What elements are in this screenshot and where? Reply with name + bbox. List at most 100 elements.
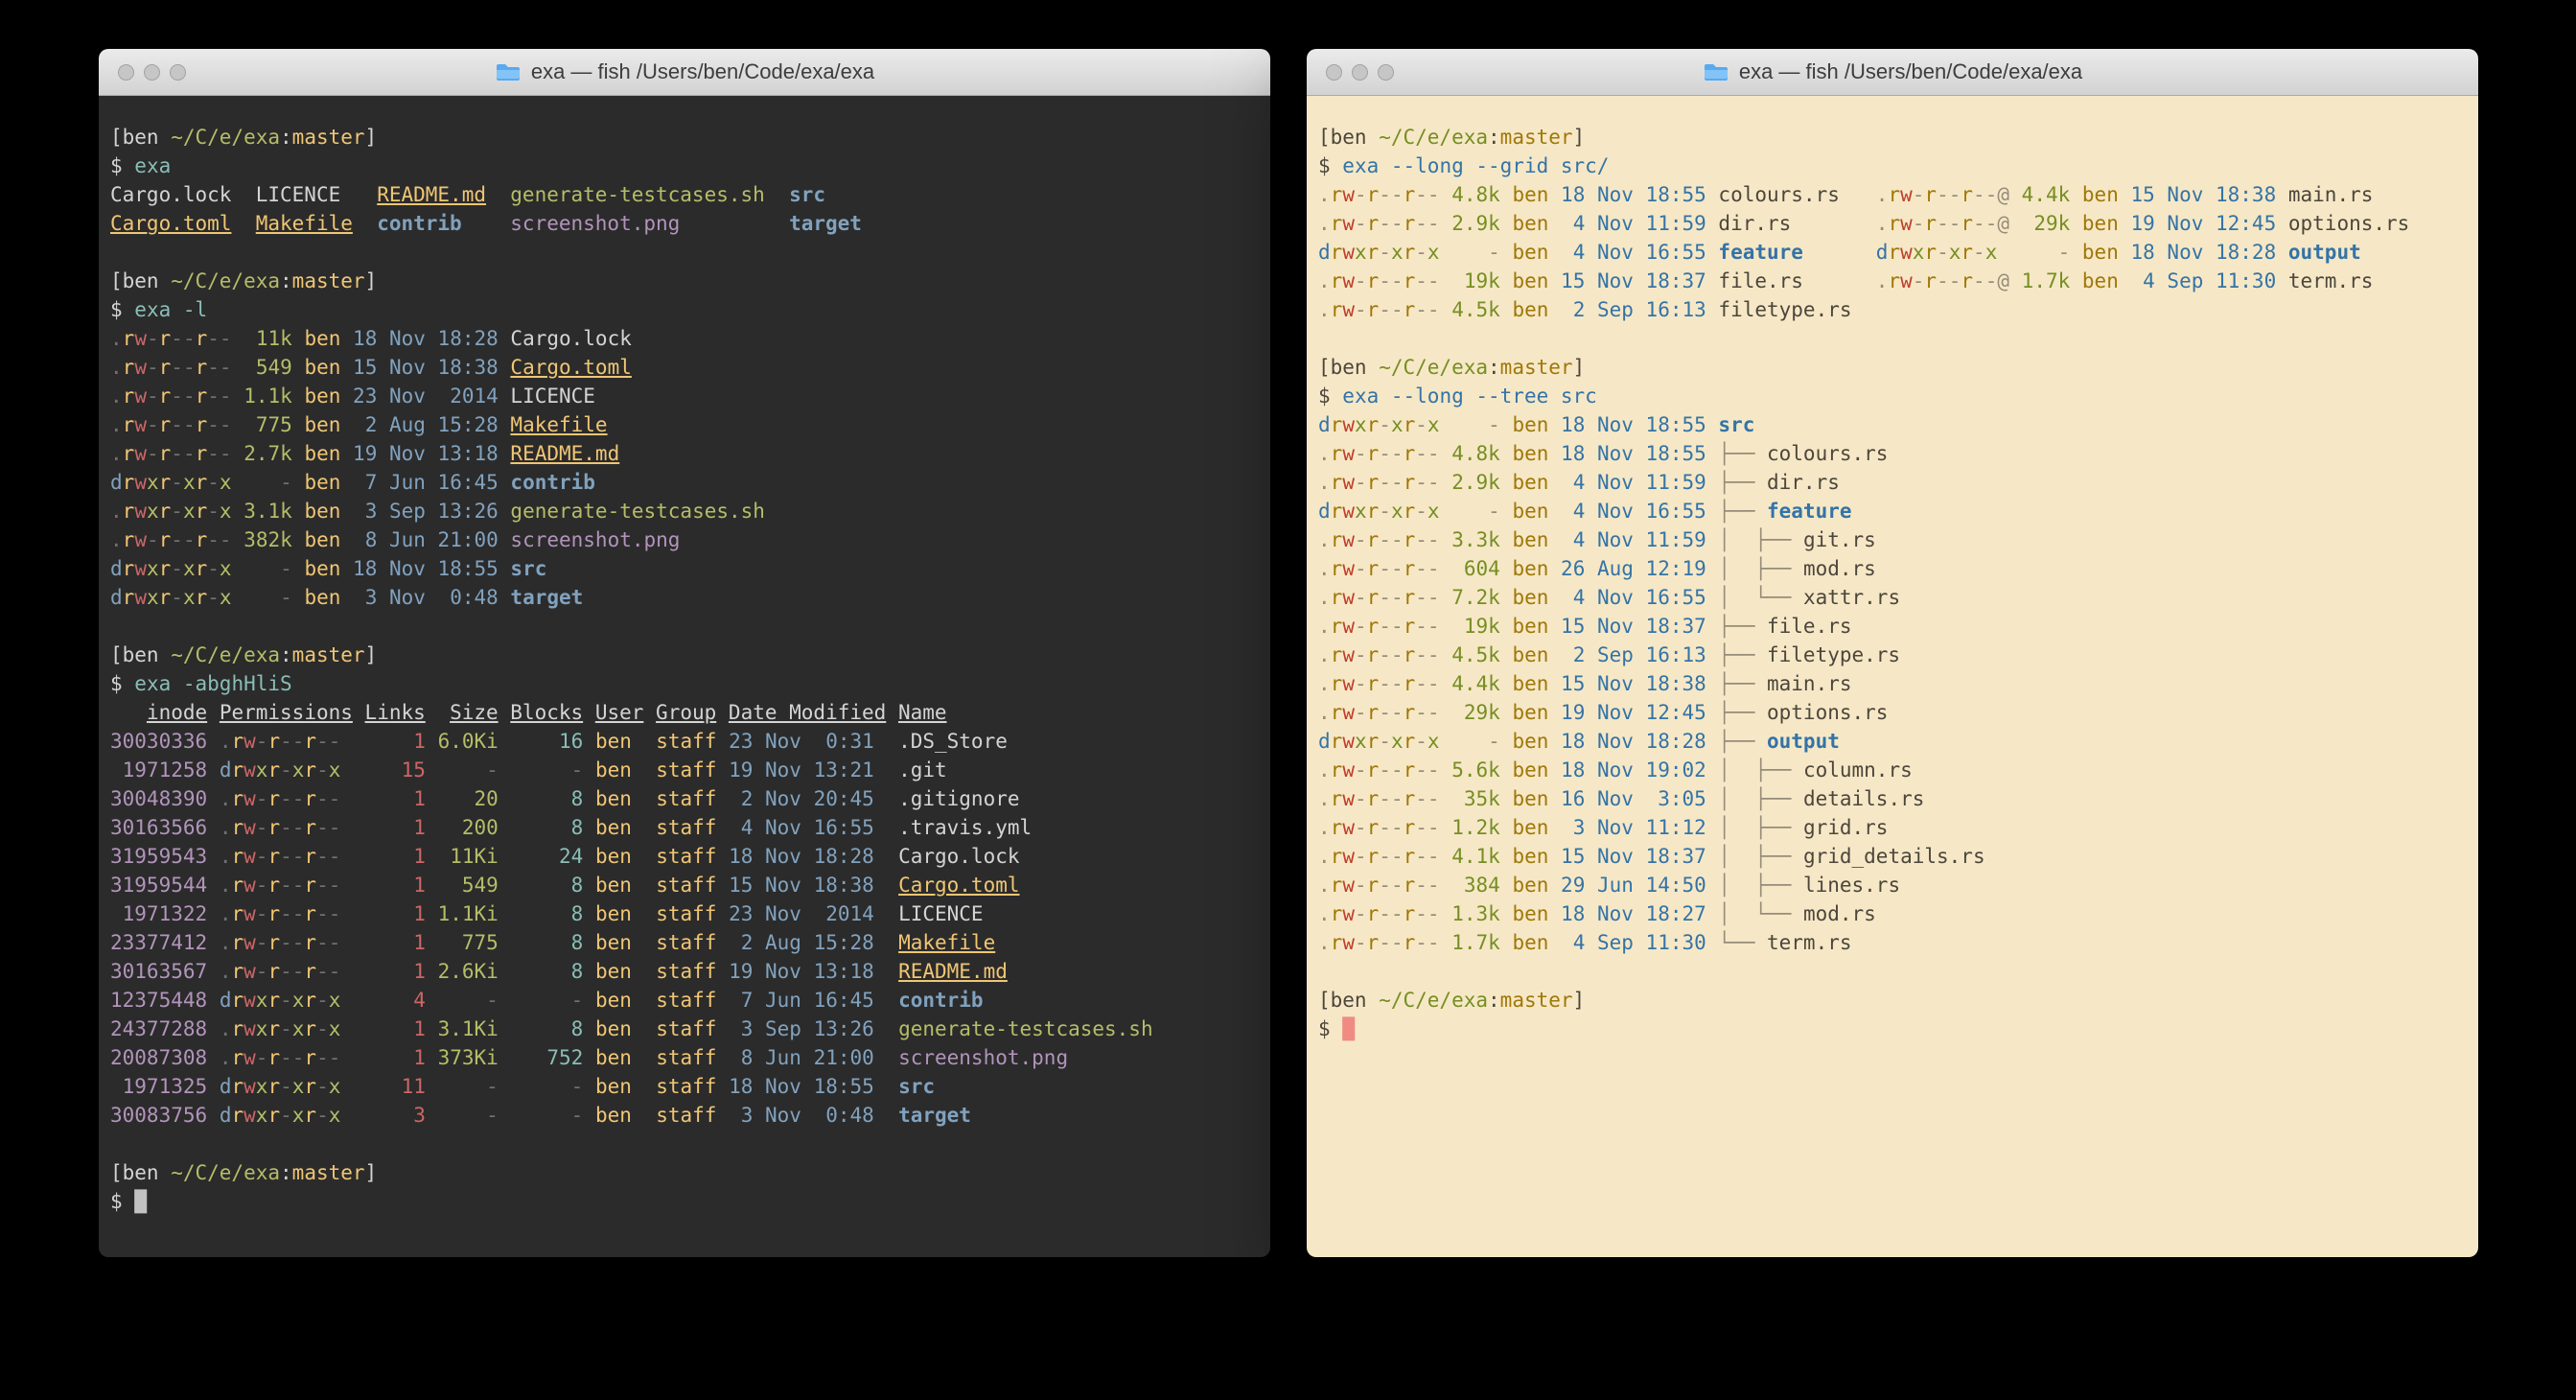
- text-segment: LICENCE: [510, 385, 595, 408]
- text-segment: 8: [510, 931, 583, 954]
- text-segment: Cargo.toml: [898, 874, 1019, 897]
- titlebar[interactable]: exa — fish /Users/ben/Code/exa/exa: [99, 49, 1270, 96]
- minimize-button[interactable]: [144, 64, 160, 81]
- text-segment: [874, 1075, 898, 1098]
- permission-char: .: [1318, 902, 1331, 925]
- permission-char: -: [207, 586, 220, 609]
- permission-char: r: [304, 874, 316, 897]
- text-segment: [207, 989, 220, 1012]
- minimize-button[interactable]: [1352, 64, 1368, 81]
- permission-char: x: [220, 471, 232, 494]
- permission-char: w: [1900, 183, 1913, 206]
- permission-char: x: [183, 586, 196, 609]
- permission-char: -: [256, 816, 268, 839]
- text-segment: [716, 758, 729, 782]
- zoom-button[interactable]: [170, 64, 186, 81]
- text-segment: [340, 500, 353, 523]
- text-segment: [499, 701, 511, 724]
- permission-char: r: [304, 787, 316, 810]
- permission-char: -: [1379, 298, 1391, 321]
- text-segment: │ ├──: [1718, 816, 1803, 839]
- terminal-content-dark[interactable]: [ben ~/C/e/exa:master]$ exaCargo.lock LI…: [99, 96, 1270, 1257]
- permission-char: w: [244, 845, 256, 868]
- permission-char: w: [1342, 442, 1355, 465]
- permission-char: x: [256, 1104, 268, 1127]
- text-segment: ben: [304, 586, 340, 609]
- permission-char: r: [1367, 442, 1380, 465]
- permission-char: w: [1342, 874, 1355, 897]
- permission-char: r: [1331, 758, 1343, 782]
- permission-char: -: [329, 874, 341, 897]
- close-button[interactable]: [118, 64, 134, 81]
- text-segment: 1: [365, 845, 426, 868]
- text-segment: 8: [510, 874, 583, 897]
- terminal-line: .rw-r--r-- 2.7k ben 19 Nov 13:18 README.…: [110, 439, 1259, 468]
- permission-char: x: [1427, 500, 1440, 523]
- text-segment: [716, 787, 729, 810]
- terminal-content-light[interactable]: [ben ~/C/e/exa:master]$ exa --long --gri…: [1307, 96, 2478, 1257]
- permission-char: @: [1997, 183, 2009, 206]
- permission-char: r: [267, 1017, 280, 1040]
- permission-char: .: [1318, 442, 1331, 465]
- permission-char: -: [1415, 413, 1427, 436]
- text-segment: -: [1451, 500, 1500, 523]
- permission-char: -: [1355, 298, 1367, 321]
- text-segment: Cargo.lock: [510, 327, 631, 350]
- permission-char: r: [1367, 787, 1380, 810]
- permission-char: .: [110, 413, 123, 436]
- text-segment: [353, 989, 365, 1012]
- permission-char: -: [1355, 183, 1367, 206]
- text-segment: git.rs: [1803, 528, 1876, 551]
- close-button[interactable]: [1326, 64, 1342, 81]
- text-segment: [2070, 269, 2082, 292]
- text-segment: 4.4k: [2022, 183, 2071, 206]
- text-segment: ben: [1512, 500, 1548, 523]
- text-segment: 15 Nov 18:38: [729, 874, 874, 897]
- text-segment: [716, 874, 729, 897]
- permission-char: x: [329, 989, 341, 1012]
- text-segment: [716, 902, 729, 925]
- text-segment: -: [2022, 241, 2071, 264]
- text-segment: 200: [438, 816, 499, 839]
- text-segment: 18 Nov 18:55: [1561, 183, 1706, 206]
- text-segment: ├──: [1718, 615, 1767, 638]
- text-segment: Blocks: [510, 701, 583, 724]
- permission-char: -: [280, 1046, 292, 1069]
- text-segment: generate-testcases.sh: [510, 500, 765, 523]
- text-segment: [1500, 672, 1513, 695]
- terminal-line: 30163566 .rw-r--r-- 1 200 8 ben staff 4 …: [110, 813, 1259, 842]
- permission-char: r: [1404, 241, 1416, 264]
- permission-char: x: [1913, 241, 1925, 264]
- text-segment: [716, 1046, 729, 1069]
- text-segment: │ ├──: [1718, 528, 1803, 551]
- permission-char: -: [1379, 672, 1391, 695]
- permission-char: -: [316, 730, 329, 753]
- terminal-line: .rw-r--r-- 604 ben 26 Aug 12:19 │ ├── mo…: [1318, 554, 2467, 583]
- text-segment: [1500, 787, 1513, 810]
- zoom-button[interactable]: [1378, 64, 1394, 81]
- permission-char: -: [1355, 816, 1367, 839]
- permission-char: -: [329, 845, 341, 868]
- permission-char: .: [1876, 269, 1889, 292]
- permission-char: r: [1404, 586, 1416, 609]
- permission-char: -: [1415, 701, 1427, 724]
- text-segment: ben: [2082, 241, 2119, 264]
- text-segment: 19 Nov 13:18: [353, 442, 499, 465]
- text-segment: [1440, 701, 1452, 724]
- permission-char: -: [1427, 528, 1440, 551]
- text-segment: [207, 758, 220, 782]
- permission-char: r: [1331, 413, 1343, 436]
- text-segment: ben: [1512, 528, 1548, 551]
- titlebar[interactable]: exa — fish /Users/ben/Code/exa/exa: [1307, 49, 2478, 96]
- permission-char: w: [1342, 269, 1355, 292]
- permission-char: r: [304, 730, 316, 753]
- permission-char: r: [231, 845, 244, 868]
- text-segment: [1548, 701, 1561, 724]
- text-segment: [462, 212, 511, 235]
- permission-char: r: [267, 845, 280, 868]
- permission-char: r: [1331, 500, 1343, 523]
- permission-char: r: [1888, 212, 1900, 235]
- permission-char: d: [1876, 241, 1889, 264]
- permission-char: r: [231, 989, 244, 1012]
- text-segment: [874, 960, 898, 983]
